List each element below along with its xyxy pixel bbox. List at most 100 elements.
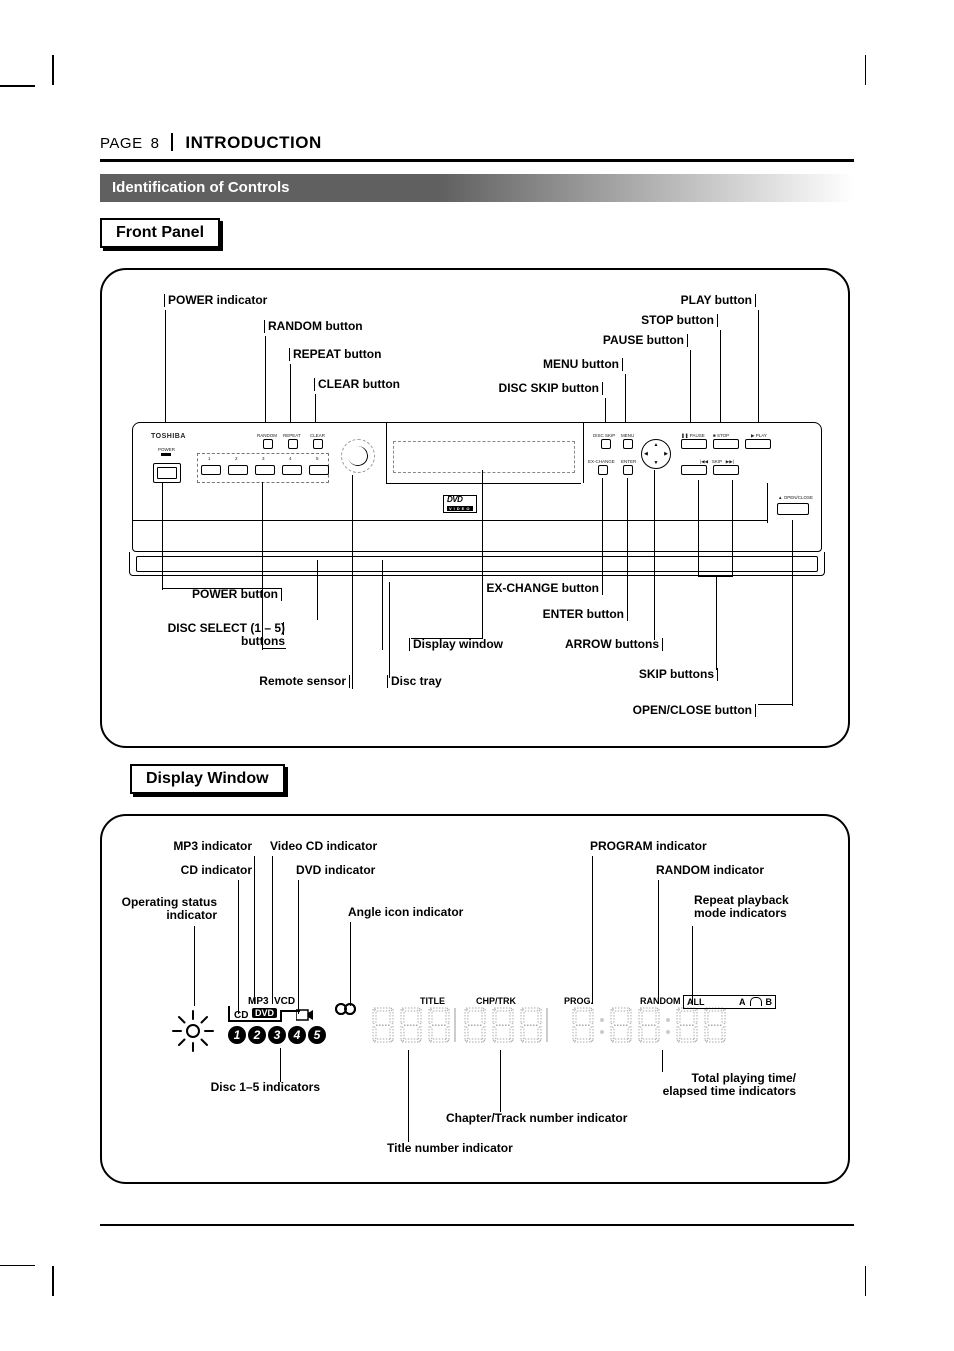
label-power-button: POWER button — [162, 588, 282, 602]
lcd-box-line — [228, 1006, 230, 1020]
crop-mark — [52, 1266, 54, 1296]
lcd-prog: PROG. — [564, 996, 593, 1006]
play-text: ▶ PLAY — [751, 433, 767, 439]
label-total-time: Total playing time/ elapsed time indicat… — [628, 1072, 796, 1100]
display-window-diagram: MP3 indicator CD indicator Operating sta… — [100, 814, 850, 1184]
lead-line — [716, 576, 717, 670]
crop-mark — [52, 55, 54, 85]
page: PAGE 8 INTRODUCTION Identification of Co… — [0, 0, 954, 1351]
label-dvd-indicator: DVD indicator — [296, 864, 375, 878]
menu-drawing — [623, 439, 633, 449]
content-area: PAGE 8 INTRODUCTION Identification of Co… — [100, 130, 854, 1226]
panel-divider — [386, 423, 387, 483]
lead-line — [382, 560, 383, 650]
lead-line — [352, 475, 353, 689]
disc-4-btn — [282, 465, 302, 475]
lcd-chptrk: CHP/TRK — [476, 996, 516, 1006]
lead-line — [662, 1050, 663, 1072]
crop-mark — [865, 55, 867, 85]
label-disc-skip-button: DISC SKIP button — [499, 382, 603, 396]
angle-icon — [334, 1000, 358, 1018]
clear-text: CLEAR — [310, 433, 325, 438]
menu-text: MENU — [621, 433, 634, 438]
remote-sensor-drawing — [341, 439, 375, 473]
lcd-rep-a: A — [739, 997, 746, 1007]
lead-line — [627, 478, 628, 610]
label-menu-button: MENU button — [543, 358, 623, 372]
header-rule — [100, 159, 854, 162]
disc-1: 1 — [208, 456, 211, 461]
lcd-random: RANDOM — [640, 996, 681, 1006]
label-angle-indicator: Angle icon indicator — [348, 906, 463, 920]
label-disc-tray: Disc tray — [387, 675, 442, 689]
lead-line — [411, 638, 483, 640]
lead-line — [758, 704, 793, 706]
openclose-drawing — [777, 503, 809, 515]
lcd-vcd: VCD — [274, 996, 295, 1007]
enter-drawing — [623, 465, 633, 475]
front-panel-diagram: POWER indicator RANDOM button REPEAT but… — [100, 268, 850, 748]
section-name: INTRODUCTION — [185, 133, 321, 153]
label-disc15-indicators: Disc 1–5 indicators — [160, 1081, 320, 1095]
label-power-indicator: POWER indicator — [164, 294, 267, 308]
display-window-heading: Display Window — [130, 764, 285, 794]
lead-line — [654, 470, 655, 640]
display-window-drawing — [393, 441, 575, 473]
lead-line — [194, 926, 195, 1006]
lcd-panel: MP3 VCD CD DVD 1 2 3 4 — [138, 996, 818, 1066]
label-display-window: Display window — [409, 638, 503, 652]
front-panel-heading: Front Panel — [100, 218, 220, 248]
page-header: PAGE 8 INTRODUCTION — [100, 130, 854, 153]
random-text: RANDOM — [257, 433, 277, 438]
repeat-drawing — [288, 439, 298, 449]
lead-line — [732, 480, 733, 576]
lead-line — [298, 880, 299, 1014]
panel-divider — [133, 520, 768, 521]
lcd-all: ALL — [687, 997, 705, 1007]
lcd-mp3: MP3 — [248, 996, 269, 1007]
skip-text: |◀◀ SKIP ▶▶| — [700, 459, 734, 465]
label-repeat-indicators: Repeat playback mode indicators — [694, 894, 789, 922]
disc-number: 1 — [228, 1026, 246, 1044]
label-program-indicator: PROGRAM indicator — [590, 840, 707, 854]
lcd-rep-b: B — [766, 997, 773, 1007]
label-disc-select-pipe — [280, 622, 284, 636]
crop-mark — [0, 85, 35, 87]
disc-4: 4 — [289, 456, 292, 461]
lead-line — [482, 470, 483, 638]
label-skip-buttons: SKIP buttons — [639, 668, 718, 682]
lead-line — [658, 880, 659, 1004]
repeat-text: REPEAT — [283, 433, 301, 438]
label-cd-indicator: CD indicator — [160, 864, 252, 878]
device-drawing: TOSHIBA POWER RANDOM REPEAT CLEAR — [132, 422, 822, 582]
disc-5-btn — [309, 465, 329, 475]
lcd-box-line — [228, 1020, 282, 1022]
label-stop-button: STOP button — [641, 314, 718, 328]
brand-text: TOSHIBA — [151, 433, 186, 440]
lead-line — [408, 1050, 409, 1142]
label-vcd-indicator: Video CD indicator — [270, 840, 377, 854]
pause-drawing — [681, 439, 707, 449]
lead-line — [592, 856, 593, 1004]
arrow-dial: ▲ ◀ ▶ ▼ — [641, 439, 671, 469]
play-drawing — [745, 439, 771, 449]
pause-text: ❚❚ PAUSE — [681, 433, 705, 439]
disc-2-btn — [228, 465, 248, 475]
dvd-logo: DVD VIDEO — [443, 495, 477, 513]
stop-drawing — [713, 439, 739, 449]
enter-text: ENTER — [621, 459, 636, 464]
panel-divider — [767, 483, 768, 523]
label-title-number: Title number indicator — [387, 1142, 513, 1156]
lead-line — [720, 330, 721, 434]
power-text: POWER — [158, 447, 175, 452]
lcd-repeat-box: ALL A B — [683, 995, 776, 1009]
lead-line — [280, 1048, 281, 1082]
label-mp3-indicator: MP3 indicator — [142, 840, 252, 854]
skip-prev-drawing — [681, 465, 707, 475]
stop-text: ■ STOP — [713, 433, 729, 438]
label-chptrk-number: Chapter/Track number indicator — [446, 1112, 627, 1126]
crop-mark — [865, 1266, 867, 1296]
label-open-close-button: OPEN/CLOSE button — [633, 704, 756, 718]
lead-line — [758, 310, 759, 434]
lcd-dvd: DVD — [252, 1008, 277, 1018]
